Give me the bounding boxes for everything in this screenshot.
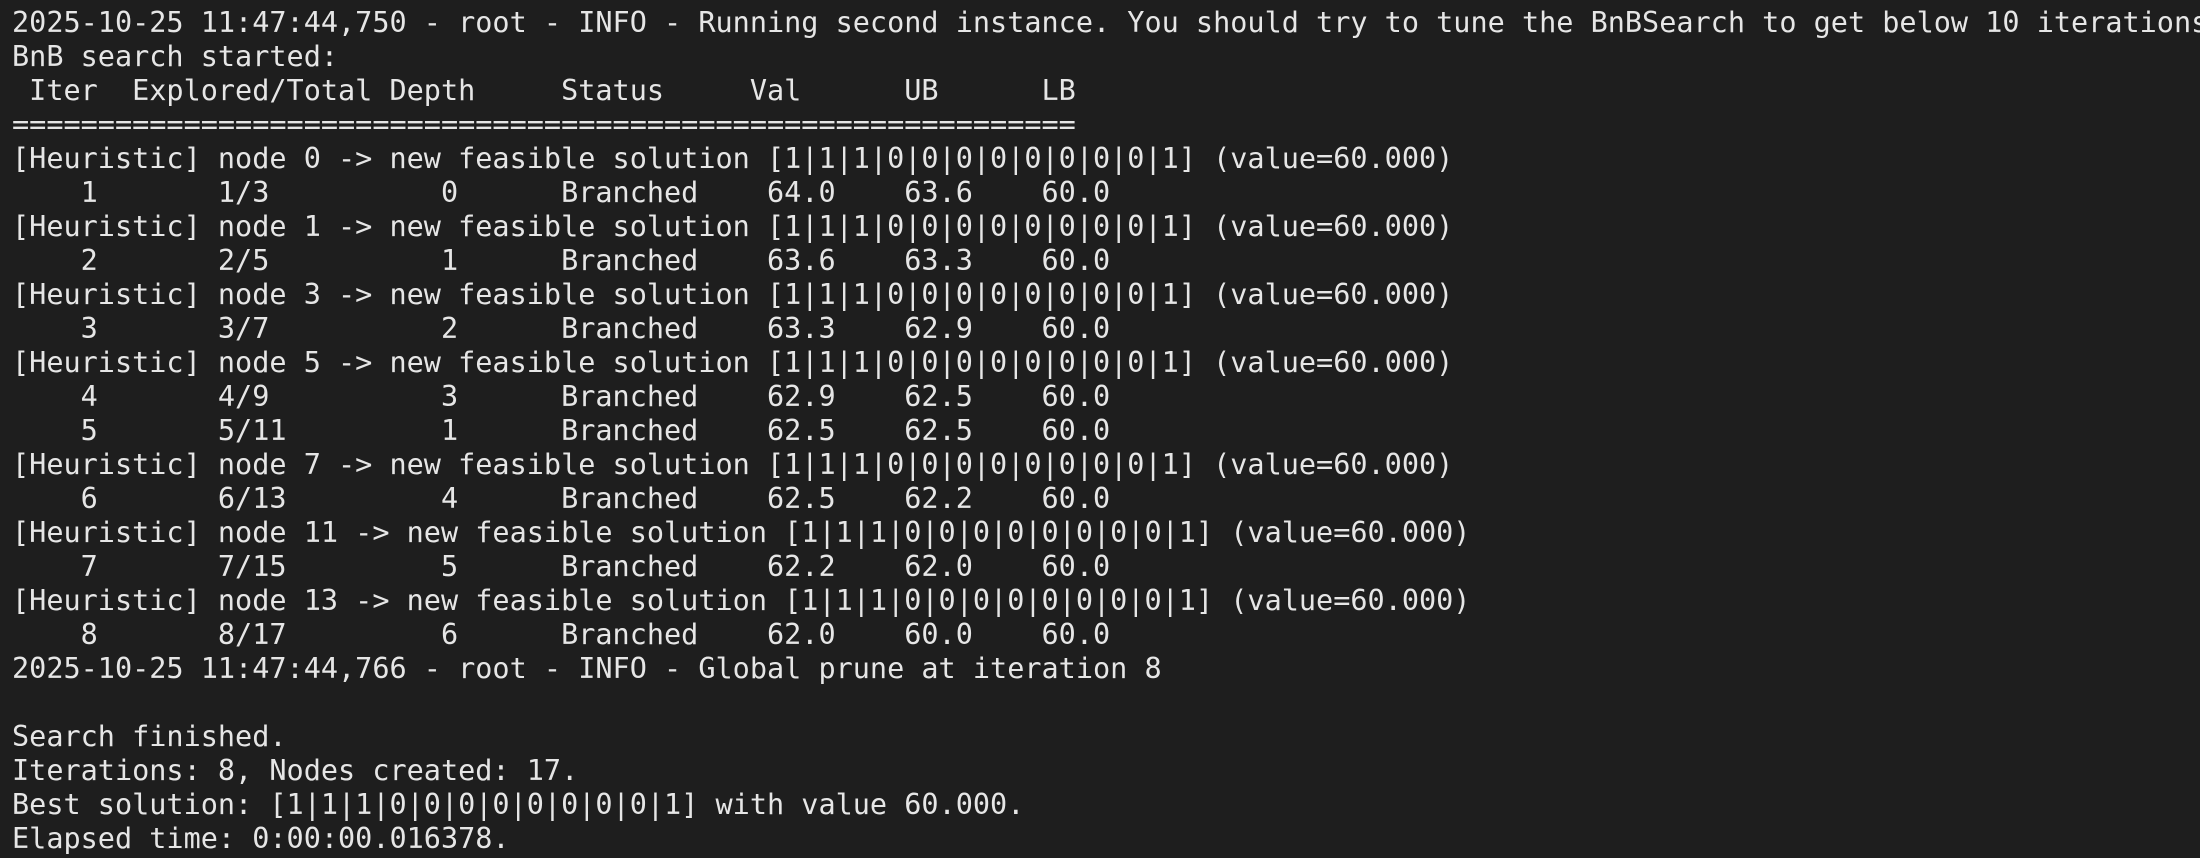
table-row: 2 2/5 1 Branched 63.6 63.3 60.0: [12, 244, 1111, 277]
table-row: 4 4/9 3 Branched 62.9 62.5 60.0: [12, 380, 1111, 413]
heuristic-line: [Heuristic] node 0 -> new feasible solut…: [12, 142, 1454, 175]
heuristic-line: [Heuristic] node 5 -> new feasible solut…: [12, 346, 1454, 379]
best-solution-summary: Best solution: [1|1|1|0|0|0|0|0|0|0|0|1]…: [12, 788, 1025, 821]
heuristic-line: [Heuristic] node 11 -> new feasible solu…: [12, 516, 1471, 549]
table-row: 1 1/3 0 Branched 64.0 63.6 60.0: [12, 176, 1111, 209]
log-line-info-start: 2025-10-25 11:47:44,750 - root - INFO - …: [12, 6, 2200, 39]
iterations-summary: Iterations: 8, Nodes created: 17.: [12, 754, 579, 787]
heuristic-line: [Heuristic] node 1 -> new feasible solut…: [12, 210, 1454, 243]
log-line-info-prune: 2025-10-25 11:47:44,766 - root - INFO - …: [12, 652, 1162, 685]
search-started-line: BnB search started:: [12, 40, 339, 73]
table-separator: ========================================…: [12, 108, 1076, 141]
table-header: Iter Explored/Total Depth Status Val UB …: [12, 74, 1076, 107]
elapsed-time-summary: Elapsed time: 0:00:00.016378.: [12, 822, 510, 855]
table-row: 6 6/13 4 Branched 62.5 62.2 60.0: [12, 482, 1111, 515]
heuristic-line: [Heuristic] node 3 -> new feasible solut…: [12, 278, 1454, 311]
search-finished-line: Search finished.: [12, 720, 287, 753]
table-row: 8 8/17 6 Branched 62.0 60.0 60.0: [12, 618, 1111, 651]
terminal-window[interactable]: 2025-10-25 11:47:44,750 - root - INFO - …: [0, 0, 2200, 858]
table-row: 5 5/11 1 Branched 62.5 62.5 60.0: [12, 414, 1111, 447]
heuristic-line: [Heuristic] node 13 -> new feasible solu…: [12, 584, 1471, 617]
table-row: 3 3/7 2 Branched 63.3 62.9 60.0: [12, 312, 1111, 345]
table-row: 7 7/15 5 Branched 62.2 62.0 60.0: [12, 550, 1111, 583]
heuristic-line: [Heuristic] node 7 -> new feasible solut…: [12, 448, 1454, 481]
